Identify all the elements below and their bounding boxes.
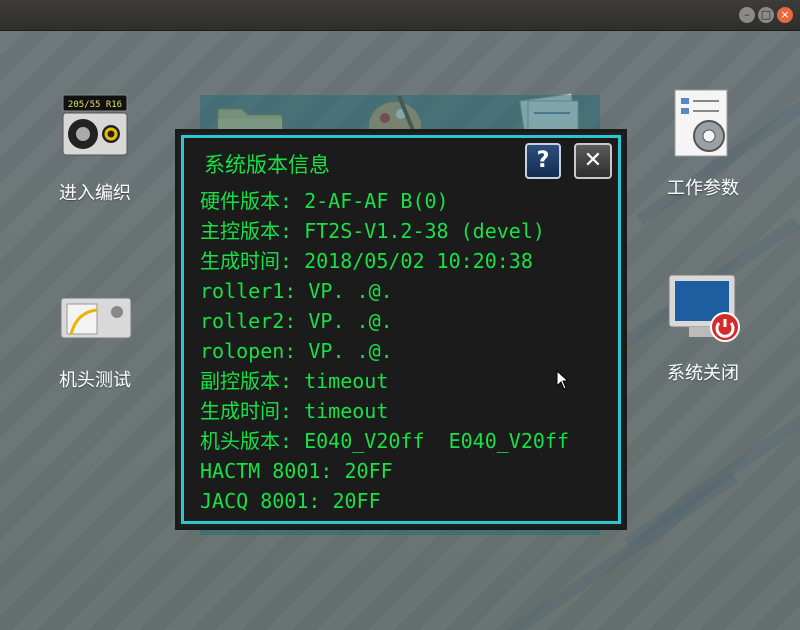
info-line: 副控版本: timeout <box>200 369 389 393</box>
info-line: 生成时间: timeout <box>200 399 389 423</box>
machine-head-icon <box>55 278 135 358</box>
close-window-button[interactable]: × <box>777 7 793 23</box>
info-line: rolopen: VP. .@. <box>200 339 393 363</box>
svg-text:205/55 R16: 205/55 R16 <box>68 100 122 110</box>
version-info-dialog: 系统版本信息 ? ✕ 硬件版本: 2-AF-AF B(0) 主控版本: FT2S… <box>175 129 627 530</box>
mouse-cursor-icon <box>556 369 570 394</box>
dialog-title: 系统版本信息 <box>204 153 330 177</box>
info-line: HACTM 8001: 20FF <box>200 459 393 483</box>
dialog-frame: 系统版本信息 ? ✕ 硬件版本: 2-AF-AF B(0) 主控版本: FT2S… <box>181 135 621 524</box>
background-stripe <box>623 366 800 548</box>
window-title-bar: – □ × <box>0 0 800 31</box>
app-enter-knit[interactable]: 205/55 R16 进入编织 <box>35 91 155 205</box>
info-line: 机头版本: E040_V20ff E040_V20ff <box>200 429 569 453</box>
info-line: 生成时间: 2018/05/02 10:20:38 <box>200 249 533 273</box>
maximize-button[interactable]: □ <box>758 7 774 23</box>
knitting-machine-icon: 205/55 R16 <box>55 91 135 171</box>
app-label: 进入编织 <box>59 183 131 204</box>
app-head-test[interactable]: 机头测试 <box>35 278 155 392</box>
app-work-params[interactable]: 工作参数 <box>643 86 763 200</box>
info-line: 主控版本: FT2S-V1.2-38 (devel) <box>200 219 545 243</box>
app-system-shutdown[interactable]: 系统关闭 <box>643 271 763 385</box>
close-button[interactable]: ✕ <box>574 143 612 179</box>
power-monitor-icon <box>663 271 743 351</box>
app-label: 工作参数 <box>667 178 739 199</box>
help-button[interactable]: ? <box>525 143 561 179</box>
app-label: 系统关闭 <box>667 363 739 384</box>
version-info-list: 硬件版本: 2-AF-AF B(0) 主控版本: FT2S-V1.2-38 (d… <box>200 186 569 516</box>
settings-gear-icon <box>663 86 743 166</box>
info-line: roller1: VP. .@. <box>200 279 393 303</box>
info-line: JACQ 8001: 20FF <box>200 489 381 513</box>
app-label: 机头测试 <box>59 370 131 391</box>
info-line: 硬件版本: 2-AF-AF B(0) <box>200 189 449 213</box>
minimize-button[interactable]: – <box>739 7 755 23</box>
info-line: roller2: VP. .@. <box>200 309 393 333</box>
